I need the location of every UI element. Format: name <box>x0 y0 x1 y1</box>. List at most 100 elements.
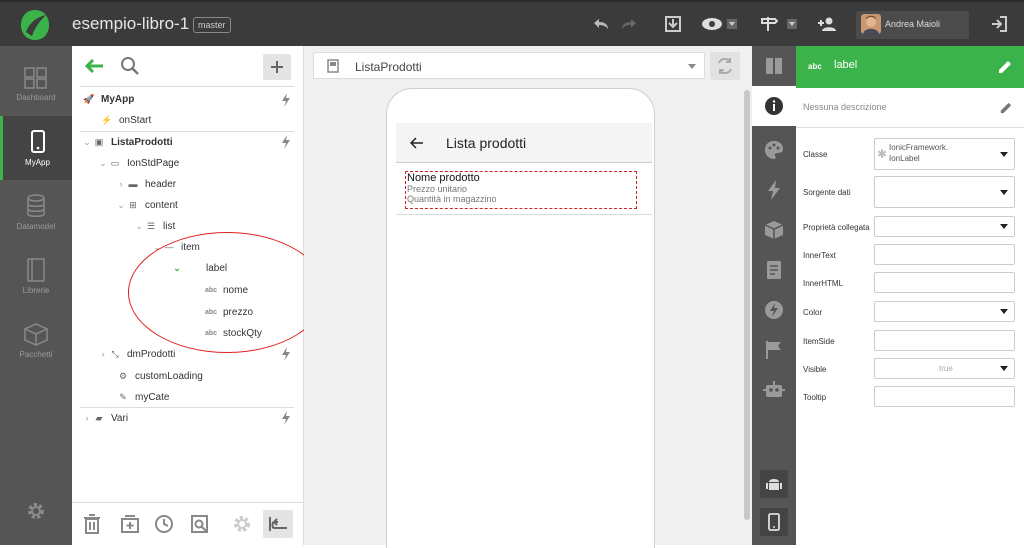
tree-node-myapp[interactable]: 🚀 MyApp <box>82 89 134 109</box>
proprieta-collegata-select[interactable] <box>874 216 1015 237</box>
nav-datamodel[interactable]: Datamodel <box>0 180 72 244</box>
save-download-button[interactable] <box>660 12 686 36</box>
tree-node-dmprodotti[interactable]: › ⤡ dmProdotti <box>98 344 176 364</box>
page-selector-value: ListaProdotti <box>355 60 422 74</box>
tree-node-customloading[interactable]: ⚙ customLoading <box>116 366 203 386</box>
chevron-right-icon[interactable]: › <box>82 413 92 423</box>
refresh-icon <box>718 57 732 75</box>
tab-docs[interactable] <box>752 250 796 290</box>
pencil-icon[interactable] <box>1000 102 1012 114</box>
chevron-down-icon[interactable]: ⌄ <box>98 158 108 169</box>
text-abc-icon: abc <box>808 62 822 71</box>
classe-select[interactable]: ✱ IonicFramework. IonLabel <box>874 138 1015 170</box>
chevron-down-icon[interactable]: ⌄ <box>116 200 126 211</box>
color-select[interactable] <box>874 301 1015 322</box>
redo-button[interactable] <box>616 12 642 36</box>
tab-package[interactable] <box>752 210 796 250</box>
tab-style[interactable] <box>752 130 796 170</box>
event-bolt-icon[interactable] <box>281 411 291 425</box>
preview-button[interactable] <box>700 12 740 36</box>
nav-dashboard[interactable]: Dashboard <box>0 52 72 116</box>
sorgente-dati-select[interactable] <box>874 176 1015 208</box>
rotate-preview-button[interactable] <box>710 52 740 80</box>
tab-flags[interactable] <box>752 330 796 370</box>
tab-info[interactable] <box>752 86 796 126</box>
nav-myapp[interactable]: MyApp <box>0 116 72 180</box>
signpost-icon <box>761 17 797 31</box>
preview-label-selected[interactable]: Nome prodotto Prezzo unitario Quantità i… <box>405 171 637 209</box>
description-row: Nessuna descrizione <box>796 88 1024 128</box>
tree-node-content[interactable]: ⌄ ⊞ content <box>116 195 178 215</box>
android-preview-button[interactable] <box>760 470 788 498</box>
prop-label: Proprietà collegata <box>803 223 870 232</box>
nav-label: Datamodel <box>16 221 56 231</box>
tree-node-list[interactable]: ⌄ ☰ list <box>134 216 175 236</box>
app-logo-icon[interactable] <box>18 8 52 42</box>
nav-settings[interactable] <box>0 491 72 535</box>
event-bolt-icon[interactable] <box>281 347 291 361</box>
project-title[interactable]: esempio-libro-1 <box>72 14 189 34</box>
history-clock-icon[interactable] <box>154 514 174 534</box>
event-bolt-icon[interactable] <box>281 135 291 149</box>
plus-icon <box>271 61 283 73</box>
innerhtml-input[interactable] <box>874 272 1015 293</box>
datamap-icon: ⤡ <box>111 348 119 359</box>
tree-footer-toolbar <box>72 502 304 545</box>
tree-node-ionstdpage[interactable]: ⌄ ▭ IonStdPage <box>98 153 179 173</box>
itemside-input[interactable] <box>874 330 1015 351</box>
tree-node-mycate[interactable]: ✎ myCate <box>116 387 169 407</box>
undo-button[interactable] <box>588 12 614 36</box>
user-menu[interactable]: Andrea Maioli <box>856 11 969 39</box>
logout-button[interactable] <box>986 12 1012 36</box>
chevron-right-icon[interactable]: › <box>98 349 108 359</box>
tree-node-header[interactable]: › ▬ header <box>116 174 177 194</box>
phone-preview-button[interactable] <box>760 508 788 536</box>
canvas-scrollbar[interactable] <box>744 90 750 520</box>
preview-header[interactable]: Lista prodotti <box>396 123 652 163</box>
event-bolt-icon[interactable] <box>281 93 291 107</box>
chevron-down-icon[interactable]: ⌄ <box>134 221 144 232</box>
gear-icon[interactable] <box>232 514 252 534</box>
tab-performance[interactable] <box>752 290 796 330</box>
add-object-button[interactable] <box>263 54 291 80</box>
dashboard-icon <box>24 66 47 89</box>
page-selector[interactable]: ListaProdotti <box>313 52 705 79</box>
add-container-icon[interactable] <box>120 514 140 534</box>
tab-layout[interactable] <box>752 46 796 86</box>
nav-librerie[interactable]: Librerie <box>0 244 72 308</box>
main-navigation: Dashboard MyApp Datamodel Librerie Pacch… <box>0 46 72 545</box>
nav-pacchetti[interactable]: Pacchetti <box>0 308 72 372</box>
chevron-right-icon[interactable]: › <box>116 179 126 189</box>
info-icon <box>765 97 783 115</box>
tree-node-onstart[interactable]: ⚡ onStart <box>100 110 151 130</box>
inspect-icon[interactable] <box>190 514 210 534</box>
pencil-icon[interactable] <box>998 60 1012 74</box>
deploy-button[interactable] <box>758 12 800 36</box>
tab-events[interactable] <box>752 170 796 210</box>
undo-move-button[interactable] <box>263 510 293 538</box>
package-icon <box>23 322 49 346</box>
back-arrow-icon[interactable] <box>84 58 104 74</box>
add-user-button[interactable] <box>814 12 840 36</box>
preview-stockqty: Quantità in magazzino <box>407 194 497 204</box>
tree-node-vari[interactable]: › ▰ Vari <box>82 408 129 428</box>
highlight-annotation-oval <box>128 232 326 353</box>
prop-label: Sorgente dati <box>803 188 851 197</box>
speed-bolt-icon <box>765 301 783 319</box>
tree-node-listaprodotti[interactable]: ⌄ ▣ ListaProdotti <box>82 132 172 152</box>
document-icon <box>767 261 781 279</box>
prop-label: InnerText <box>803 251 836 260</box>
visible-select[interactable]: true <box>874 358 1015 379</box>
chevron-down-icon[interactable]: ⌄ <box>82 137 92 148</box>
trash-icon[interactable] <box>84 514 100 534</box>
tooltip-input[interactable] <box>874 386 1015 407</box>
branch-badge[interactable]: master <box>193 17 231 33</box>
preview-list-item[interactable]: Nome prodotto Prezzo unitario Quantità i… <box>396 167 652 215</box>
innertext-input[interactable] <box>874 244 1015 265</box>
tab-bot[interactable] <box>752 370 796 410</box>
search-icon[interactable] <box>120 56 140 76</box>
tree-node-label: myCate <box>135 391 170 403</box>
back-arrow-icon[interactable] <box>410 137 424 149</box>
tree-node-label: header <box>145 178 177 190</box>
prop-label: Color <box>803 308 823 317</box>
